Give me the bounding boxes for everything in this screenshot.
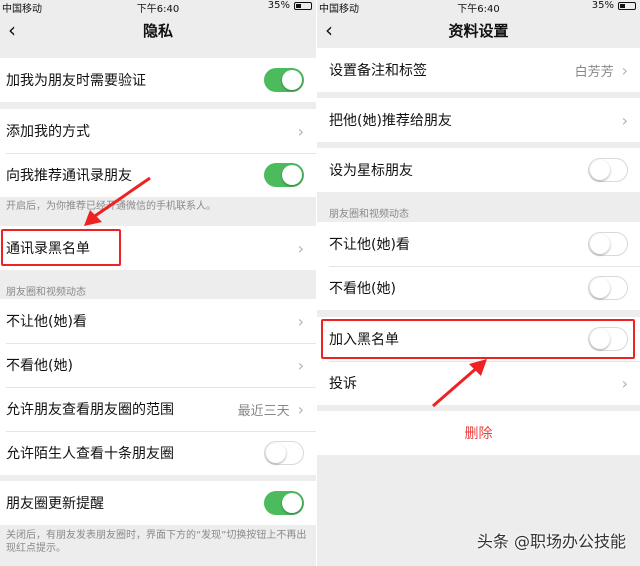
nav-bar: ‹ 隐私 [0,12,316,48]
chevron-right-icon: › [297,355,304,375]
status-bar: 中国移动 下午6:40 35% [0,0,316,15]
battery-icon [294,1,312,10]
chevron-right-icon: › [297,399,304,419]
battery-percent: 35% [267,0,290,11]
chevron-right-icon: › [297,311,304,331]
status-right: 35% [268,0,312,11]
toggle-knob [266,443,286,463]
recommend-toggle[interactable] [264,163,304,187]
toggle-knob [590,278,610,298]
setting-recommend-friend[interactable]: 把他(她)推荐给朋友 › [317,98,640,142]
chevron-right-icon: › [621,60,628,80]
toggle-knob [590,329,610,349]
setting-verify-label: 加我为朋友时需要验证 [6,73,146,89]
privacy-screen: 中国移动 下午6:40 35% ‹ 隐私 加我为朋友时需要验证 添加我的方式 ›… [0,0,316,566]
setting-range-value: 最近三天 [237,403,290,419]
block-toggle[interactable] [588,327,628,351]
setting-update-remind-label: 朋友圈更新提醒 [6,496,104,512]
status-right: 35% [592,0,636,11]
setting-recommend: 向我推荐通讯录朋友 [0,153,316,197]
nav-bar: ‹ 资料设置 [317,12,640,48]
setting-hide-their-moments: 不看他(她) [317,266,640,310]
hide-my-toggle[interactable] [588,232,628,256]
setting-range-label: 允许朋友查看朋友圈的范围 [6,402,174,418]
setting-hide-my-moments[interactable]: 不让他(她)看 › [0,299,316,343]
setting-remark-label: 设置备注和标签 [329,63,427,79]
hide-their-toggle[interactable] [588,276,628,300]
setting-block-label: 加入黑名单 [329,332,399,348]
verify-toggle[interactable] [264,68,304,92]
setting-update-remind: 朋友圈更新提醒 [0,481,316,525]
setting-stranger-label: 允许陌生人查看十条朋友圈 [6,446,174,462]
page-title: 隐私 [142,22,173,40]
toggle-knob [282,70,302,90]
toggle-knob [590,160,610,180]
setting-recommend-friend-label: 把他(她)推荐给朋友 [329,113,452,129]
section-moments-header: 朋友圈和视频动态 [6,287,86,298]
setting-star-friend: 设为星标朋友 [317,148,640,192]
chevron-right-icon: › [621,373,628,393]
update-remind-note: 关闭后，有朋友发表朋友圈时，界面下方的“发现”切换按钮上不再出现红点提示。 [6,530,307,554]
star-toggle[interactable] [588,158,628,182]
section-moments-header: 朋友圈和视频动态 [329,209,409,220]
chevron-right-icon: › [297,121,304,141]
setting-star-label: 设为星标朋友 [329,163,413,179]
toggle-knob [282,165,302,185]
setting-add-methods-label: 添加我的方式 [6,124,90,140]
delete-button[interactable]: 删除 [317,411,640,455]
setting-hide-their-moments[interactable]: 不看他(她) › [0,343,316,387]
setting-blacklist[interactable]: 通讯录黑名单 › [0,226,316,270]
watermark-text: 头条 @职场办公技能 [476,532,626,551]
battery-icon [618,1,636,10]
setting-stranger-view: 允许陌生人查看十条朋友圈 [0,431,316,475]
setting-add-methods[interactable]: 添加我的方式 › [0,109,316,153]
update-remind-toggle[interactable] [264,491,304,515]
chevron-right-icon: › [297,238,304,258]
battery-percent: 35% [591,0,614,11]
setting-moments-range[interactable]: 允许朋友查看朋友圈的范围 最近三天 › [0,387,316,431]
setting-hide-their-label: 不看他(她) [6,358,73,374]
profile-settings-screen: 中国移动 下午6:40 35% ‹ 资料设置 设置备注和标签 白芳芳 › 把他(… [317,0,640,566]
setting-remark[interactable]: 设置备注和标签 白芳芳 › [317,48,640,92]
setting-recommend-label: 向我推荐通讯录朋友 [6,168,132,184]
recommend-note: 开启后，为你推荐已经开通微信的手机联系人。 [6,201,216,212]
page-title: 资料设置 [448,22,509,40]
setting-remark-value: 白芳芳 [574,64,614,80]
setting-verify: 加我为朋友时需要验证 [0,58,316,102]
status-bar: 中国移动 下午6:40 35% [317,0,640,15]
setting-blacklist-label: 通讯录黑名单 [6,241,90,257]
setting-hide-their-label: 不看他(她) [329,281,396,297]
setting-hide-my-moments: 不让他(她)看 [317,222,640,266]
chevron-right-icon: › [621,110,628,130]
stranger-toggle[interactable] [264,441,304,465]
setting-hide-my-label: 不让他(她)看 [329,237,410,253]
setting-complain-label: 投诉 [329,376,357,392]
toggle-knob [590,234,610,254]
toggle-knob [282,493,302,513]
setting-complain[interactable]: 投诉 › [317,361,640,405]
setting-block: 加入黑名单 [317,317,640,361]
setting-hide-my-label: 不让他(她)看 [6,314,87,330]
